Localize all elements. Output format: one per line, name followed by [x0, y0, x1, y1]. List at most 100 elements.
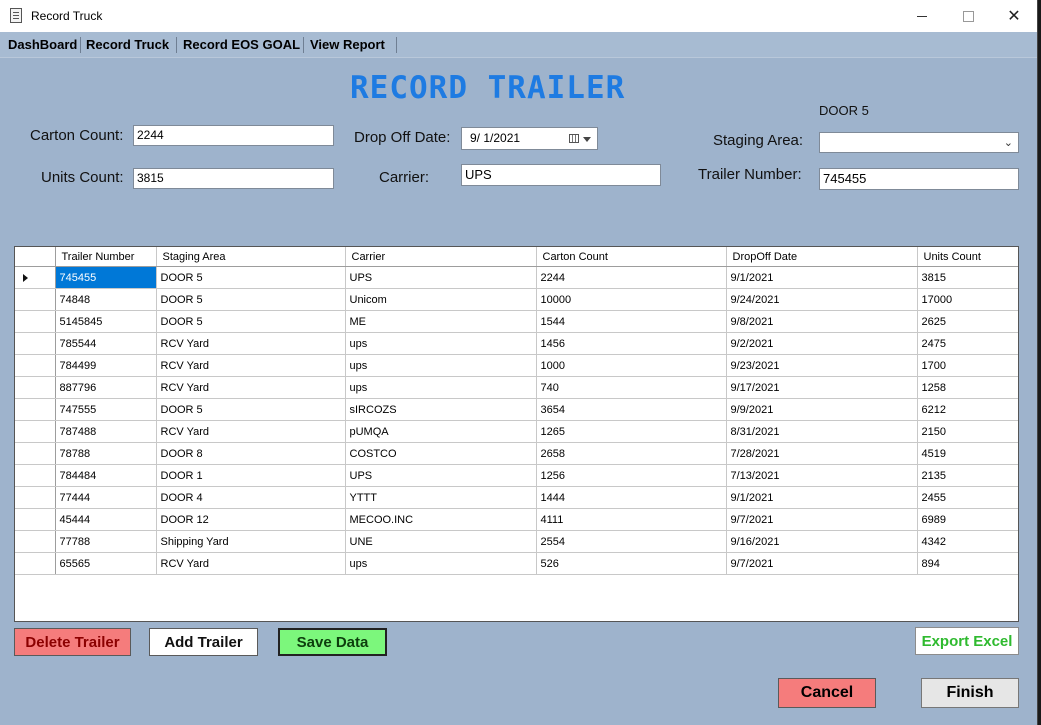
menu-dashboard[interactable]: DashBoard	[8, 37, 77, 52]
trailer-table[interactable]: Trailer Number Staging Area Carrier Cart…	[14, 246, 1019, 622]
drop-off-date-picker[interactable]: 9/ 1/2021	[461, 127, 598, 150]
table-row[interactable]: 887796 RCV Yard ups 740 9/17/2021 1258	[15, 376, 1018, 399]
table-cell[interactable]: DOOR 5	[156, 288, 346, 311]
table-cell[interactable]: 1265	[536, 420, 727, 443]
table-cell[interactable]: 787488	[55, 420, 157, 443]
table-cell[interactable]: 2150	[917, 420, 1018, 443]
table-cell[interactable]: 9/8/2021	[726, 310, 918, 333]
table-cell[interactable]: RCV Yard	[156, 332, 346, 355]
table-cell[interactable]: 77444	[55, 486, 157, 509]
table-cell[interactable]: 894	[917, 552, 1018, 575]
chevron-down-icon[interactable]	[583, 137, 591, 142]
table-cell[interactable]: 2244	[536, 266, 727, 289]
menu-view-report[interactable]: View Report	[310, 37, 385, 52]
table-cell[interactable]: 784484	[55, 464, 157, 487]
table-cell[interactable]: 1258	[917, 376, 1018, 399]
table-row[interactable]: 745455 DOOR 5 UPS 2244 9/1/2021 3815	[15, 266, 1018, 289]
table-cell[interactable]: 78788	[55, 442, 157, 465]
table-cell[interactable]: 9/2/2021	[726, 332, 918, 355]
carton-count-field[interactable]: 2244	[133, 125, 334, 146]
maximize-button[interactable]	[945, 0, 991, 32]
table-cell[interactable]: RCV Yard	[156, 354, 346, 377]
table-cell[interactable]: sIRCOZS	[345, 398, 537, 421]
calendar-icon[interactable]	[569, 134, 579, 143]
column-header-dropoff-date[interactable]: DropOff Date	[726, 247, 918, 267]
staging-area-select[interactable]: ⌄	[819, 132, 1019, 153]
finish-button[interactable]: Finish	[921, 678, 1019, 708]
table-cell[interactable]: 9/23/2021	[726, 354, 918, 377]
table-cell[interactable]: Shipping Yard	[156, 530, 346, 553]
table-cell[interactable]: 65565	[55, 552, 157, 575]
row-selector[interactable]	[15, 354, 56, 377]
table-row[interactable]: 785544 RCV Yard ups 1456 9/2/2021 2475	[15, 332, 1018, 355]
table-cell[interactable]: UNE	[345, 530, 537, 553]
column-header-carton-count[interactable]: Carton Count	[536, 247, 727, 267]
table-row[interactable]: 65565 RCV Yard ups 526 9/7/2021 894	[15, 552, 1018, 575]
column-header-units-count[interactable]: Units Count	[917, 247, 1018, 267]
table-cell[interactable]: 9/16/2021	[726, 530, 918, 553]
table-cell[interactable]: ME	[345, 310, 537, 333]
table-cell[interactable]: 9/7/2021	[726, 552, 918, 575]
table-cell[interactable]: YTTT	[345, 486, 537, 509]
table-cell[interactable]: 2625	[917, 310, 1018, 333]
table-cell[interactable]: UPS	[345, 266, 537, 289]
table-cell[interactable]: 9/9/2021	[726, 398, 918, 421]
table-row[interactable]: 77788 Shipping Yard UNE 2554 9/16/2021 4342	[15, 530, 1018, 553]
column-header-carrier[interactable]: Carrier	[345, 247, 537, 267]
row-selector[interactable]	[15, 420, 56, 443]
row-selector[interactable]	[15, 310, 56, 333]
table-cell[interactable]: 784499	[55, 354, 157, 377]
table-cell[interactable]: DOOR 4	[156, 486, 346, 509]
table-cell[interactable]: MECOO.INC	[345, 508, 537, 531]
row-selector[interactable]	[15, 398, 56, 421]
table-cell[interactable]: 6989	[917, 508, 1018, 531]
table-cell[interactable]: 3654	[536, 398, 727, 421]
table-cell[interactable]: 2658	[536, 442, 727, 465]
table-cell[interactable]: 9/24/2021	[726, 288, 918, 311]
table-row[interactable]: 784499 RCV Yard ups 1000 9/23/2021 1700	[15, 354, 1018, 377]
table-cell[interactable]: ups	[345, 376, 537, 399]
table-row[interactable]: 784484 DOOR 1 UPS 1256 7/13/2021 2135	[15, 464, 1018, 487]
row-selector[interactable]	[15, 288, 56, 311]
table-cell[interactable]: 74848	[55, 288, 157, 311]
table-cell[interactable]: 3815	[917, 266, 1018, 289]
table-cell[interactable]: 6212	[917, 398, 1018, 421]
row-selector[interactable]	[15, 486, 56, 509]
table-cell[interactable]: 9/17/2021	[726, 376, 918, 399]
table-cell[interactable]: ups	[345, 354, 537, 377]
table-cell[interactable]: 7/13/2021	[726, 464, 918, 487]
table-cell[interactable]: 1544	[536, 310, 727, 333]
minimize-button[interactable]	[899, 0, 945, 32]
chevron-down-icon[interactable]: ⌄	[1004, 136, 1013, 149]
table-row[interactable]: 45444 DOOR 12 MECOO.INC 4111 9/7/2021 6989	[15, 508, 1018, 531]
row-selector[interactable]	[15, 442, 56, 465]
menu-record-truck[interactable]: Record Truck	[86, 37, 169, 52]
table-cell[interactable]: 7/28/2021	[726, 442, 918, 465]
carrier-field[interactable]: UPS	[461, 164, 661, 186]
table-cell[interactable]: RCV Yard	[156, 376, 346, 399]
cancel-button[interactable]: Cancel	[778, 678, 876, 708]
units-count-field[interactable]: 3815	[133, 168, 334, 189]
table-cell[interactable]: DOOR 5	[156, 310, 346, 333]
save-data-button[interactable]: Save Data	[278, 628, 387, 656]
table-cell[interactable]: 45444	[55, 508, 157, 531]
table-cell[interactable]: ups	[345, 332, 537, 355]
table-cell[interactable]: 1256	[536, 464, 727, 487]
table-row[interactable]: 77444 DOOR 4 YTTT 1444 9/1/2021 2455	[15, 486, 1018, 509]
table-cell[interactable]: 4111	[536, 508, 727, 531]
table-cell[interactable]: 9/1/2021	[726, 486, 918, 509]
table-cell[interactable]: 77788	[55, 530, 157, 553]
row-selector[interactable]	[15, 464, 56, 487]
table-cell[interactable]: DOOR 5	[156, 398, 346, 421]
table-cell[interactable]: 2135	[917, 464, 1018, 487]
table-cell[interactable]: 785544	[55, 332, 157, 355]
table-cell[interactable]: 5145845	[55, 310, 157, 333]
table-cell[interactable]: DOOR 5	[156, 266, 346, 289]
row-selector[interactable]	[15, 508, 56, 531]
table-cell[interactable]: Unicom	[345, 288, 537, 311]
close-button[interactable]: ✕	[991, 0, 1037, 32]
table-cell[interactable]: 745455	[55, 266, 157, 289]
table-cell[interactable]: 747555	[55, 398, 157, 421]
table-cell[interactable]: 740	[536, 376, 727, 399]
export-excel-button[interactable]: Export Excel	[915, 627, 1019, 655]
